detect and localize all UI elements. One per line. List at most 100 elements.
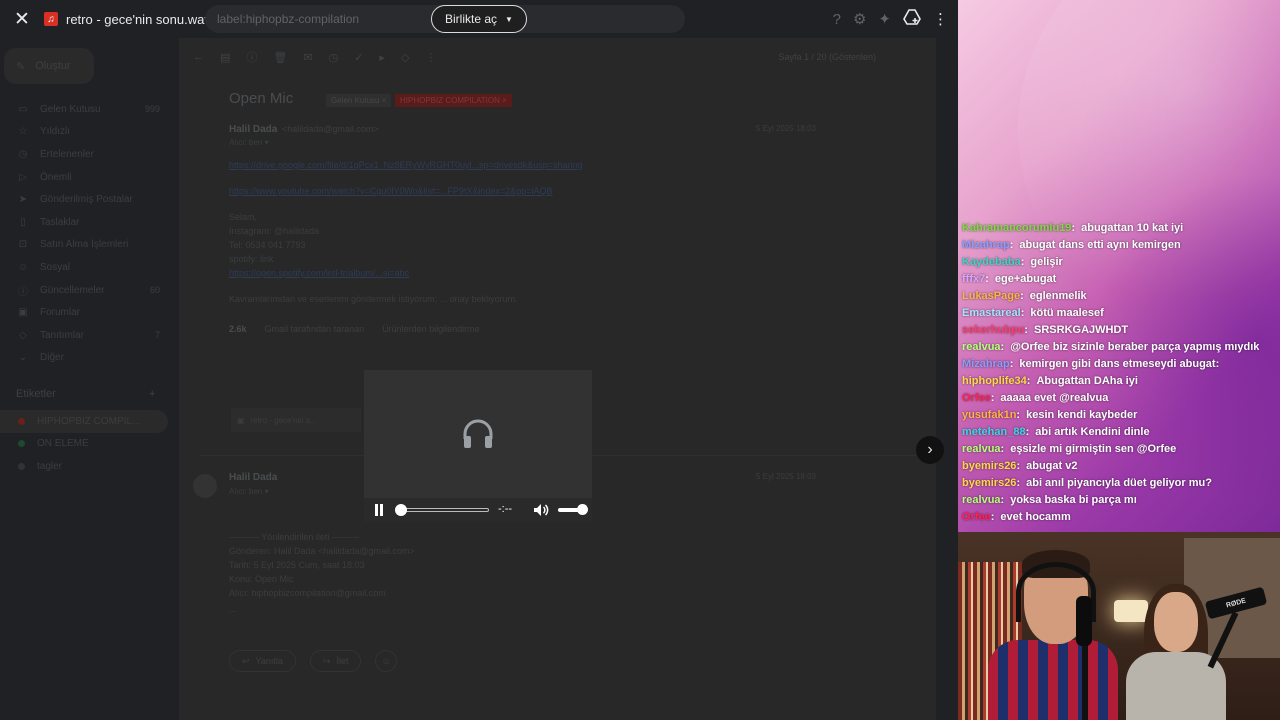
caret-down-icon: ▼ — [505, 14, 513, 24]
nav-item[interactable]: ◷ Ertelenenler — [0, 143, 170, 166]
add-to-drive-icon[interactable] — [903, 9, 921, 29]
snooze-icon[interactable]: ◷ — [329, 51, 339, 64]
chat-username: Kaydebaba — [962, 256, 1024, 268]
settings-icon[interactable]: ⚙ — [853, 10, 866, 28]
stream-overlay: Kahramancorumlu19 abugattan 10 kat iyi Miz… — [958, 0, 1280, 720]
chat-username: sekerhubpu — [962, 324, 1028, 336]
labels-list: HIPHOPBIZ COMPIL... ON ELEME tagler — [0, 410, 168, 478]
body-link[interactable]: https://drive.google.com/file/d/1qPcx1_N… — [229, 160, 583, 170]
nav-item[interactable]: ◇ Tanıtımlar 7 — [0, 324, 170, 347]
email-date: 5 Eyl 2025 18:03 — [755, 472, 816, 481]
nav-item[interactable]: ▭ Gelen Kutusu 999 — [0, 98, 170, 121]
add-task-icon[interactable]: ✓ — [354, 51, 363, 64]
next-file-button[interactable]: › — [916, 436, 944, 464]
label-chip[interactable]: HIPHOPBIZ COMPILATION × — [395, 94, 512, 107]
chat-text: Abugattan DAha iyi — [1036, 375, 1138, 387]
sparkle-icon[interactable]: ✦ — [878, 10, 891, 28]
attachment-chip[interactable]: ▣ retro - gece'nin s... — [231, 408, 361, 432]
file-viewer: ✕ ♫ retro - gece'nin sonu.wav label:hiph… — [0, 0, 958, 720]
nav-item[interactable]: ⌄ Diğer — [0, 347, 170, 370]
chat-username: byemirs26 — [962, 460, 1020, 472]
info-icon: ⓘ — [18, 286, 28, 298]
seek-handle[interactable] — [395, 504, 407, 516]
chat-text: yoksa baska bi parça mı — [1010, 494, 1137, 506]
chat-message: byemirs26 abi anıl piyancıyla düet geliyo… — [962, 475, 1278, 492]
nav-item[interactable]: ⓘ Güncellemeler 60 — [0, 279, 170, 302]
chat-username: realvua — [962, 494, 1004, 506]
audio-file-icon: ♫ — [44, 12, 58, 26]
nav-item[interactable]: ▷ Önemli — [0, 166, 170, 189]
label-icon[interactable]: ◇ — [401, 51, 409, 64]
forward-icon: ↪ — [322, 655, 331, 666]
file-title: retro - gece'nin sonu.wav — [66, 11, 211, 27]
archive-icon[interactable]: ▤ — [220, 51, 230, 64]
seek-slider[interactable] — [395, 504, 489, 516]
label-item[interactable]: tagler — [0, 455, 168, 478]
delete-icon[interactable]: 🗑 — [273, 51, 287, 64]
pause-icon[interactable] — [374, 504, 384, 516]
more-icon[interactable]: ⋮ — [425, 51, 436, 64]
chat-username: byemirs26 — [962, 477, 1020, 489]
more-options-icon[interactable]: ⋮ — [933, 10, 948, 28]
chat-text: kesin kendi kaybeder — [1026, 409, 1138, 421]
sender-email: <halildada@gmail.com> — [282, 124, 379, 134]
important-icon: ▷ — [19, 171, 27, 183]
nav-item[interactable]: ▣ Forumlar — [0, 301, 170, 324]
body-link[interactable]: https://www.youtube.com/watch?v=Cgu0lY0W… — [229, 186, 553, 196]
chevron-down-icon: ⌄ — [18, 352, 28, 364]
quoted-line[interactable]: ... — [229, 604, 237, 614]
chat-text: abi anıl piyancıyla düet geliyor mu? — [1026, 477, 1212, 489]
back-icon[interactable]: ← — [193, 51, 204, 63]
forward-button[interactable]: ↪ İlet — [309, 650, 362, 672]
nav-item[interactable]: ☺ Sosyal — [0, 256, 170, 279]
nav-label: Gönderilmiş Postalar — [40, 194, 133, 206]
volume-slider[interactable] — [558, 504, 589, 515]
chat-username: Mizahrap — [962, 239, 1013, 251]
recipient-line[interactable]: Alıcı: ben ▾ — [229, 487, 269, 496]
move-icon[interactable]: ▸ — [379, 51, 385, 64]
recipient-line[interactable]: Alıcı: ben ▾ — [229, 138, 269, 147]
reply-button[interactable]: ↩ Yanıtla — [229, 650, 296, 672]
gmail-sidebar: ✎ Oluştur ▭ Gelen Kutusu 999 ☆ Yıldızlı ◷ Er… — [0, 38, 178, 720]
webcam-feed: RØDE — [958, 532, 1280, 720]
compose-button[interactable]: ✎ Oluştur — [4, 48, 94, 84]
chat-message: LukasPage eglenmelik — [962, 288, 1278, 305]
label-item[interactable]: HIPHOPBIZ COMPIL... — [0, 410, 168, 433]
email-date: 5 Eyl 2025 18:03 — [755, 124, 816, 133]
close-viewer-button[interactable]: ✕ — [0, 0, 44, 38]
headphones-icon — [463, 419, 493, 448]
clock-icon: ◷ — [18, 148, 28, 160]
nav-label: Taslaklar — [40, 216, 80, 228]
body-link[interactable]: https://open.spotify.com/intl-tr/album/.… — [229, 268, 409, 278]
label-item[interactable]: ON ELEME — [0, 433, 168, 456]
emoji-button[interactable]: ☺ — [375, 650, 397, 672]
mark-unread-icon[interactable]: ✉ — [303, 51, 312, 64]
add-label-icon[interactable]: + — [149, 388, 155, 400]
nav-item[interactable]: ➤ Gönderilmiş Postalar — [0, 188, 170, 211]
chat-text: aaaaa evet @realvua — [1000, 392, 1109, 404]
sender-name: Halil Dada — [229, 472, 278, 483]
nav-item[interactable]: ☆ Yıldızlı — [0, 121, 170, 144]
label-color-dot — [18, 462, 25, 470]
viewer-actions: ? ⚙ ✦ ⋮ — [833, 0, 948, 38]
reaction-extra[interactable]: Ürünlerden bilgilendirme — [382, 324, 480, 334]
nav-item[interactable]: ⊡ Satın Alma İşlemleri — [0, 234, 170, 257]
help-icon[interactable]: ? — [833, 11, 841, 28]
chat-text: abi artık Kendini dinle — [1035, 426, 1150, 438]
chat-username: Orfee — [962, 392, 994, 404]
volume-handle[interactable] — [577, 504, 589, 515]
chat-message: yusufak1n kesin kendi kaybeder — [962, 407, 1278, 424]
report-icon[interactable]: ⓘ — [246, 49, 257, 65]
quoted-line: Gönderen: Halil Dada <halildada@gmail.co… — [229, 546, 415, 556]
audio-player: -:-- — [364, 370, 592, 522]
open-with-button[interactable]: Birlikte aç ▼ — [431, 5, 527, 33]
chat-username: yusufak1n — [962, 409, 1020, 421]
inbox-chip[interactable]: Gelen Kutusu × — [326, 94, 392, 107]
body-text: spotify: link — [229, 254, 274, 264]
nav-label: Güncellemeler — [40, 284, 105, 296]
nav-item[interactable]: ▯ Taslaklar — [0, 211, 170, 234]
volume-icon[interactable] — [533, 503, 549, 517]
nav-label: Satın Alma İşlemleri — [40, 239, 129, 251]
lamp — [1114, 600, 1148, 622]
nav-label: Gelen Kutusu — [40, 103, 101, 115]
